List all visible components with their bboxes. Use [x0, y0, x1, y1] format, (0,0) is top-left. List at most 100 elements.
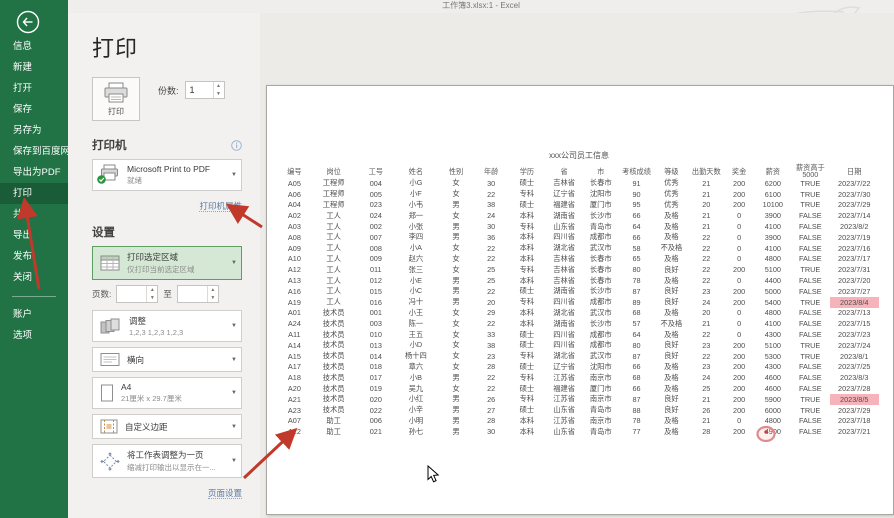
table-cell: 200: [724, 264, 755, 275]
orientation-dropdown[interactable]: 横向 ▼: [92, 347, 242, 372]
table-cell: 湖南省: [546, 318, 583, 329]
table-cell: 工人: [310, 232, 358, 243]
table-row: A05工程师004小G女30硕士吉林省长春市91优秀212006200TRUE2…: [279, 178, 879, 189]
sidebar-item-保存到百度网盘[interactable]: 保存到百度网盘: [0, 141, 68, 162]
table-cell: 91: [619, 178, 654, 189]
table-cell: A23: [279, 405, 310, 416]
table-cell: TRUE: [791, 200, 829, 211]
table-cell: 杨十四: [394, 351, 438, 362]
pages-from-up[interactable]: ▲: [147, 286, 157, 294]
pages-to-up[interactable]: ▲: [208, 286, 218, 294]
table-cell: 武汉市: [582, 308, 619, 319]
sidebar-divider: [12, 296, 56, 297]
table-cell: 小E: [394, 275, 438, 286]
pages-to-stepper[interactable]: ▲▼: [177, 285, 219, 303]
table-cell: 2023/7/29: [830, 200, 880, 211]
sidebar-item-新建[interactable]: 新建: [0, 57, 68, 78]
page-setup-link[interactable]: 页面设置: [208, 488, 242, 499]
table-cell: 3900: [755, 210, 792, 221]
copies-up-button[interactable]: ▲: [214, 82, 224, 90]
table-cell: 78: [619, 275, 654, 286]
table-cell: 2023/7/31: [830, 264, 880, 275]
table-cell: 硕士: [508, 200, 546, 211]
table-cell: 23: [689, 340, 724, 351]
table-cell: 4400: [755, 275, 792, 286]
table-cell: 及格: [654, 362, 689, 373]
sidebar-item-关闭[interactable]: 关闭: [0, 267, 68, 288]
scaling-dropdown[interactable]: 将工作表调整为一页 缩减打印输出以显示在一... ▼: [92, 444, 242, 478]
table-cell: 2023/7/15: [830, 318, 880, 329]
table-cell: A07: [279, 416, 310, 427]
paper-size-dropdown[interactable]: A4 21厘米 x 29.7厘米 ▼: [92, 377, 242, 409]
table-cell: 014: [357, 351, 394, 362]
table-cell: 64: [619, 329, 654, 340]
printer-properties-link[interactable]: 打印机属性: [199, 201, 242, 212]
table-cell: 小C: [394, 286, 438, 297]
collation-dropdown[interactable]: 调整 1,2,3 1,2,3 1,2,3 ▼: [92, 310, 242, 342]
table-row: A15技术员014杨十四女23专科湖北省武汉市87良好222005300TRUE…: [279, 351, 879, 362]
printer-section-heading: 打印机: [92, 137, 127, 153]
table-cell: 良好: [654, 394, 689, 405]
table-cell: 福建省: [546, 383, 583, 394]
sidebar-item-共享[interactable]: 共享: [0, 204, 68, 225]
table-cell: 015: [357, 286, 394, 297]
table-cell: FALSE: [791, 329, 829, 340]
table-cell: 工程师: [310, 178, 358, 189]
table-row: A11技术员010王五女33硕士四川省成都市64及格2204300FALSE20…: [279, 329, 879, 340]
print-button[interactable]: 打印: [92, 77, 140, 121]
pages-from-down[interactable]: ▼: [147, 294, 157, 302]
table-cell: 4800: [755, 308, 792, 319]
table-cell: 技术员: [310, 383, 358, 394]
sidebar-item-打开[interactable]: 打开: [0, 78, 68, 99]
column-header: 工号: [357, 164, 394, 178]
sidebar-item-导出[interactable]: 导出: [0, 225, 68, 246]
margins-dropdown[interactable]: 自定义边距 ▼: [92, 414, 242, 439]
table-cell: 23: [689, 362, 724, 373]
table-cell: 及格: [654, 383, 689, 394]
pages-from-stepper[interactable]: ▲▼: [116, 285, 158, 303]
table-cell: 2023/8/5: [830, 394, 880, 405]
table-row: A09工人008小A女22本科湖北省武汉市58不及格2204100FALSE20…: [279, 243, 879, 254]
table-cell: 优秀: [654, 178, 689, 189]
table-cell: 23: [689, 286, 724, 297]
table-cell: FALSE: [791, 210, 829, 221]
table-cell: 2023/7/21: [830, 426, 880, 437]
table-cell: 65: [619, 254, 654, 265]
table-cell: TRUE: [791, 178, 829, 189]
sidebar-item-打印[interactable]: 打印: [0, 183, 68, 204]
table-cell: 0: [724, 318, 755, 329]
pages-to-down[interactable]: ▼: [208, 294, 218, 302]
table-cell: 016: [357, 297, 394, 308]
sheet-title: xxx公司员工信息: [279, 150, 879, 161]
table-cell: 工人: [310, 254, 358, 265]
copies-down-button[interactable]: ▼: [214, 90, 224, 98]
table-cell: 冯十: [394, 297, 438, 308]
table-cell: 章六: [394, 362, 438, 373]
table-cell: 64: [619, 221, 654, 232]
table-cell: 技术员: [310, 405, 358, 416]
table-cell: 男: [438, 426, 475, 437]
print-area-dropdown[interactable]: 打印选定区域 仅打印当前选定区域 ▼: [92, 246, 242, 280]
table-cell: 21: [689, 394, 724, 405]
sidebar-item-导出为PDF[interactable]: 导出为PDF: [0, 162, 68, 183]
info-icon[interactable]: [231, 140, 242, 151]
back-button[interactable]: [16, 10, 40, 34]
table-cell: 21: [689, 189, 724, 200]
table-cell: 4600: [755, 372, 792, 383]
table-row: A04工程师023小韦男38硕士福建省厦门市95优秀2020010100TRUE…: [279, 200, 879, 211]
sidebar-item-选项[interactable]: 选项: [0, 325, 68, 346]
print-area-subtitle: 仅打印当前选定区域: [127, 264, 227, 275]
table-cell: 4100: [755, 318, 792, 329]
copies-stepper[interactable]: 1 ▲ ▼: [185, 81, 225, 99]
sidebar-item-保存[interactable]: 保存: [0, 99, 68, 120]
sidebar-item-另存为[interactable]: 另存为: [0, 120, 68, 141]
table-cell: 019: [357, 383, 394, 394]
printer-dropdown[interactable]: Microsoft Print to PDF 就绪 ▼: [92, 159, 242, 191]
sidebar-item-信息[interactable]: 信息: [0, 36, 68, 57]
fit-one-page-icon: [100, 452, 120, 471]
table-cell: 及格: [654, 372, 689, 383]
sidebar-item-账户[interactable]: 账户: [0, 304, 68, 325]
table-cell: 021: [357, 426, 394, 437]
table-cell: 专科: [508, 264, 546, 275]
sidebar-item-发布[interactable]: 发布: [0, 246, 68, 267]
